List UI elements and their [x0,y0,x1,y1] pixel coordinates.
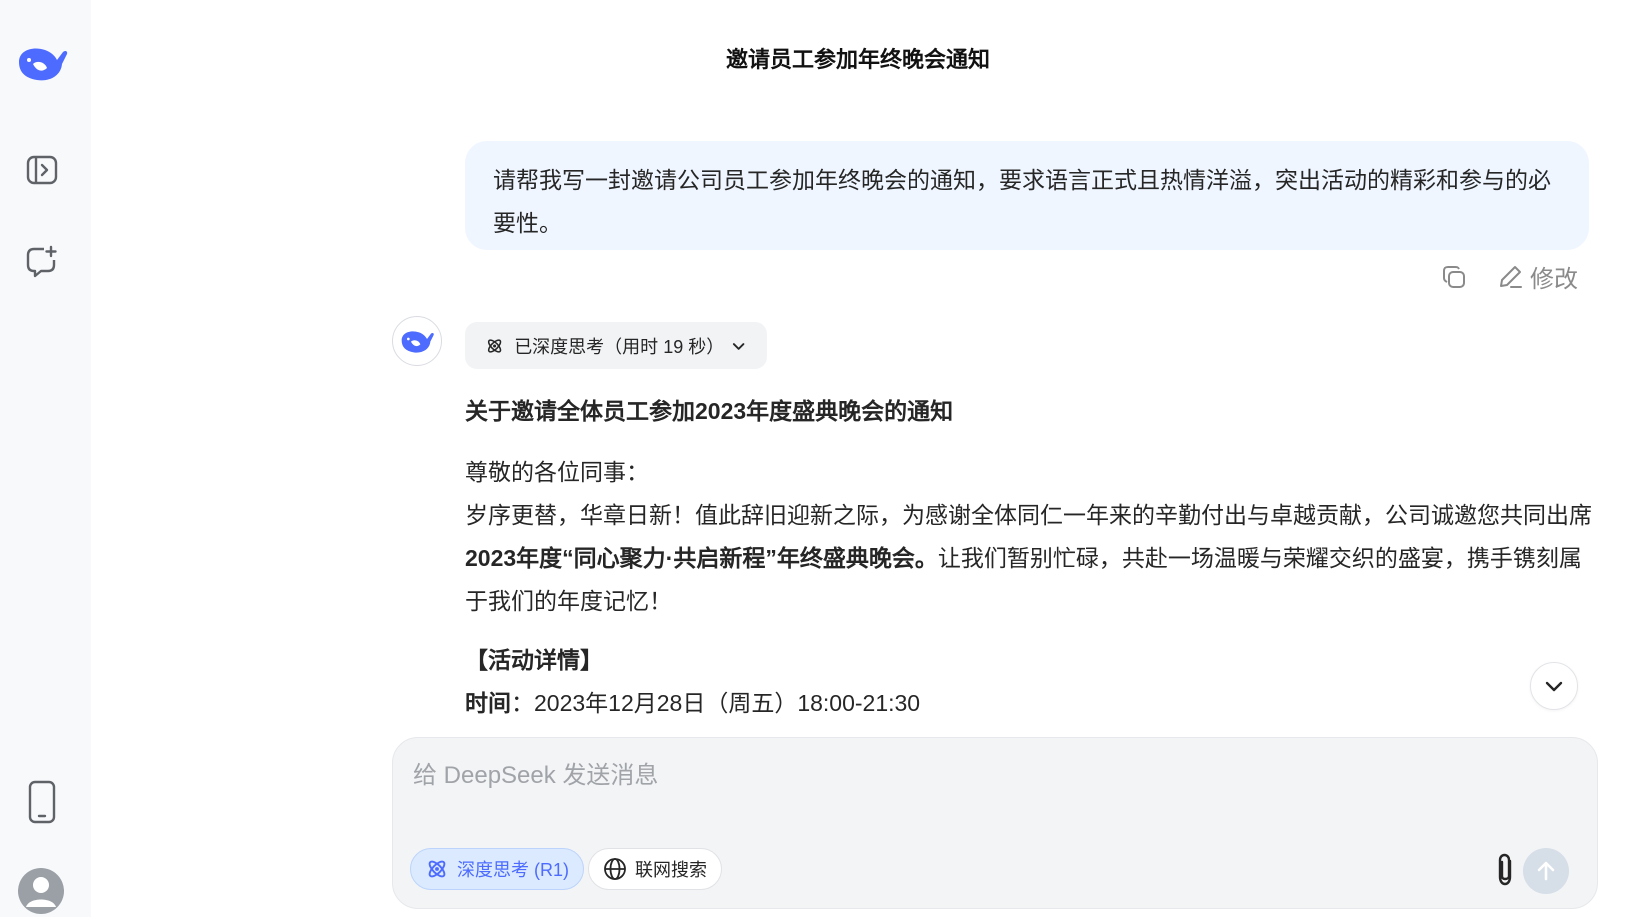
edit-label: 修改 [1530,266,1578,293]
time-line: 时间：2023年12月28日（周五）18:00-21:30 [465,682,1595,720]
event-name: 2023年度“同心聚力·共启新程”年终盛典晚会。 [465,545,938,571]
answer-greeting: 尊敬的各位同事： [465,459,649,485]
atom-icon [428,860,446,878]
deep-think-toggle[interactable]: 深度思考 (R1) [410,848,584,890]
edit-pencil-icon [1500,265,1522,288]
globe-icon [604,858,626,880]
chevron-down-icon [732,342,745,350]
chevron-down-icon [1545,681,1563,692]
whale-logo-icon [19,48,68,81]
deepseek-logo[interactable] [14,38,70,88]
chat-main: 邀请员工参加年终晚会通知 请帮我写一封邀请公司员工参加年终晚会的通知，要求语言正… [91,0,1645,917]
web-search-toggle[interactable]: 联网搜索 [588,848,722,890]
paragraph-start: 岁序更替，华章日新！值此辞旧迎新之际，为感谢全体同仁一年来的辛勤付出与卓越贡献，… [465,502,1592,528]
message-composer: 深度思考 (R1) 联网搜索 [392,737,1598,909]
user-message-bubble: 请帮我写一封邀请公司员工参加年终晚会的通知，要求语言正式且热情洋溢，突出活动的精… [465,141,1589,250]
user-avatar-button[interactable] [15,865,67,917]
scroll-to-bottom-button[interactable] [1530,662,1578,710]
thinking-label: 已深度思考（用时 19 秒） [514,336,725,357]
answer-paragraph: 岁序更替，华章日新！值此辞旧迎新之际，为感谢全体同仁一年来的辛勤付出与卓越贡献，… [465,494,1595,623]
user-message-actions: 修改 [1440,259,1578,294]
sidebar [0,0,91,917]
thinking-toggle[interactable]: 已深度思考（用时 19 秒） [465,322,767,369]
chat-title: 邀请员工参加年终晚会通知 [725,47,990,72]
assistant-answer: 关于邀请全体员工参加2023年度盛典晚会的通知 尊敬的各位同事： 岁序更替，华章… [465,390,1595,720]
atom-icon [487,338,502,353]
deep-think-label: 深度思考 (R1) [457,860,569,880]
answer-heading: 关于邀请全体员工参加2023年度盛典晚会的通知 [465,398,954,424]
copy-button[interactable] [1440,263,1468,291]
paperclip-icon [1498,853,1512,886]
message-input[interactable] [413,756,1513,796]
time-value: ：2023年12月28日（周五）18:00-21:30 [511,690,921,716]
web-search-label: 联网搜索 [635,860,707,880]
new-chat-button[interactable] [20,240,64,284]
copy-icon [1443,265,1465,288]
avatar-icon [18,868,64,914]
arrow-up-icon [1537,861,1555,881]
new-chat-icon [26,245,57,278]
edit-button[interactable]: 修改 [1496,259,1578,294]
attach-file-button[interactable] [1485,850,1525,890]
time-label: 时间 [465,690,511,716]
section-title-text: 【活动详情】 [465,647,603,673]
send-button[interactable] [1523,848,1569,894]
mobile-app-button[interactable] [20,780,64,824]
sidebar-toggle-icon [26,155,58,185]
expand-sidebar-button[interactable] [20,148,64,192]
phone-icon [28,780,56,824]
assistant-avatar [392,316,442,366]
whale-logo-icon [401,331,434,353]
section-title: 【活动详情】 [465,639,1595,682]
